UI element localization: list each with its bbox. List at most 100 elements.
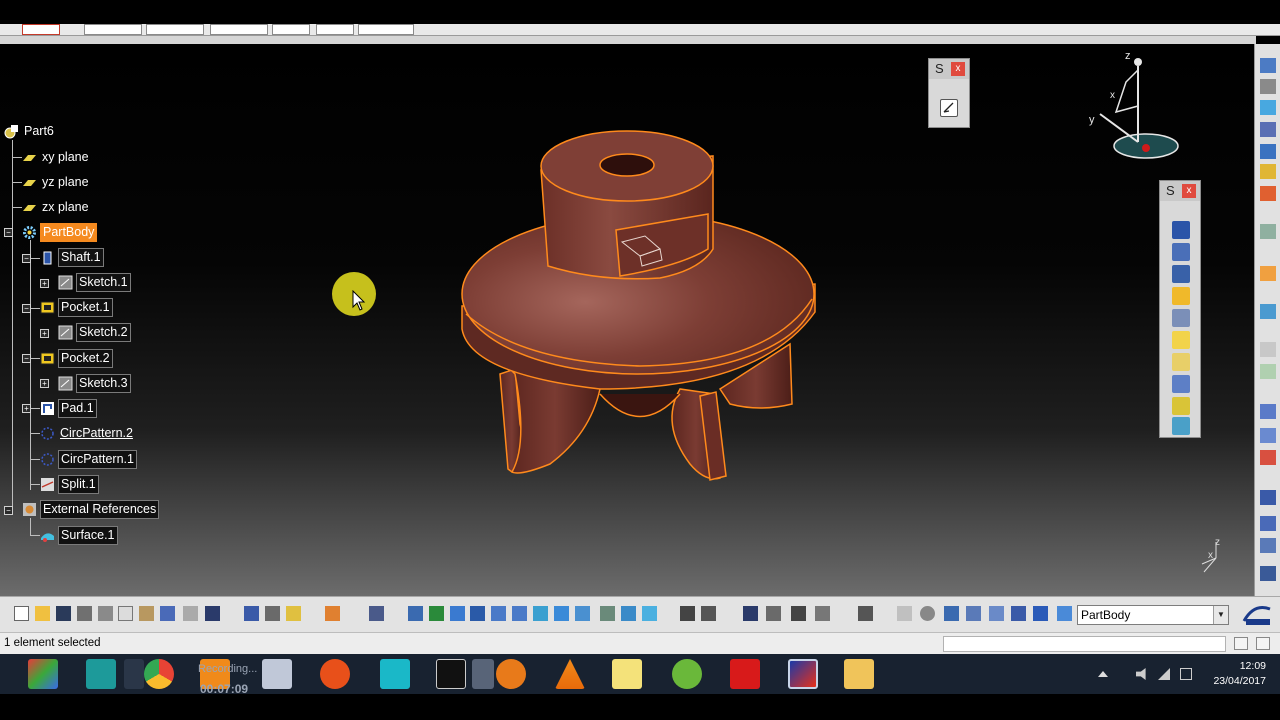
toolbar-field[interactable] [146,24,204,35]
cut-icon[interactable] [98,606,113,621]
toolbar-field[interactable] [358,24,414,35]
pad-icon[interactable] [1172,221,1190,239]
group-icon[interactable] [858,606,873,621]
tree-item-zx-plane[interactable]: zx plane [22,198,91,216]
pocket-icon[interactable] [1172,243,1190,261]
toolbar-button-icon[interactable] [1260,404,1276,419]
toolbar-header[interactable]: S x [929,59,969,79]
tree-root-part[interactable]: Part6 [4,122,56,140]
new-icon[interactable] [14,606,29,621]
sticky-notes-icon[interactable] [612,659,642,689]
toolbar-button-icon[interactable] [1260,224,1276,239]
rib-icon[interactable] [1172,331,1190,349]
file-explorer-icon[interactable] [844,659,874,689]
update-icon[interactable] [244,606,259,621]
tree-item-surface-1[interactable]: Surface.1 [40,525,118,545]
toolbar-button-icon[interactable] [1260,450,1276,465]
expander-icon[interactable]: + [40,279,49,288]
loft-icon[interactable] [1172,397,1190,415]
network-icon[interactable] [1158,668,1170,680]
toolbar-button-icon[interactable] [1260,490,1276,505]
analysis-icon[interactable] [369,606,384,621]
toolbar-header[interactable]: S x [1160,181,1200,201]
toolbar-button-icon[interactable] [1260,566,1276,581]
sketch-icon[interactable] [940,99,958,117]
toolbar-button-icon[interactable] [1260,144,1276,159]
compass-widget[interactable] [1082,50,1192,180]
close-button[interactable]: x [1182,184,1196,198]
acrobat-icon[interactable] [730,659,760,689]
pan-icon[interactable] [450,606,465,621]
tree-item-shaft[interactable]: Shaft.1 [40,247,104,267]
image-viewer-icon[interactable] [788,659,818,689]
tree-item-external-references[interactable]: External References [22,499,160,519]
multi-view-icon[interactable] [554,606,569,621]
shaft-icon[interactable] [1172,265,1190,283]
taskbar-app-icon[interactable] [124,659,144,689]
toolbar-button-icon[interactable] [1260,516,1276,531]
expander-icon[interactable]: − [22,304,31,313]
stiffener-icon[interactable] [1172,375,1190,393]
tree-item-pocket-2[interactable]: Pocket.2 [40,348,113,368]
command-input[interactable] [943,636,1226,652]
firefox-icon[interactable] [496,659,526,689]
tree-item-circpattern-2[interactable]: CircPattern.2 [40,424,135,442]
redo-icon[interactable] [183,606,198,621]
chevron-down-icon[interactable]: ▼ [1213,606,1228,624]
tools-icon[interactable] [472,659,494,689]
toolbar-button-icon[interactable] [1260,428,1276,443]
remove-loft-icon[interactable] [1172,417,1190,435]
toolbar-button-icon[interactable] [1260,79,1276,94]
tree-item-xy-plane[interactable]: xy plane [22,148,91,166]
expander-icon[interactable]: + [22,404,31,413]
tree-item-partbody[interactable]: PartBody [22,222,98,242]
projection-icon[interactable] [1011,606,1026,621]
print-icon[interactable] [77,606,92,621]
toolbar-field[interactable] [22,24,60,35]
firefox-dev-icon[interactable] [320,659,350,689]
volume-icon[interactable] [1136,668,1146,680]
toolbar-button-icon[interactable] [1260,100,1276,115]
current-body-select[interactable]: PartBody ▼ [1077,605,1229,625]
expander-icon[interactable]: − [4,506,13,515]
catalog-icon[interactable] [791,606,806,621]
groove-icon[interactable] [1172,287,1190,305]
close-button[interactable]: x [951,62,965,76]
expander-icon[interactable]: − [22,254,31,263]
iso-view-icon[interactable] [575,606,590,621]
vlc-icon[interactable] [555,659,585,689]
undo-icon[interactable] [160,606,175,621]
point-icon[interactable] [944,606,959,621]
status-toggle-icon[interactable] [1256,637,1270,650]
zoom-out-icon[interactable] [512,606,527,621]
toolbar-field[interactable] [272,24,310,35]
hide-icon[interactable] [286,606,301,621]
save-icon[interactable] [56,606,71,621]
tree-item-sketch-1[interactable]: Sketch.1 [58,272,131,292]
expander-icon[interactable]: + [40,329,49,338]
measure-between-icon[interactable] [815,606,830,621]
expander-icon[interactable]: − [4,228,13,237]
zoom-in-icon[interactable] [491,606,506,621]
axis-system-icon[interactable] [897,606,912,621]
fit-all-icon[interactable] [429,606,444,621]
boolean-icon[interactable] [1033,606,1048,621]
hand-icon[interactable] [920,606,935,621]
tree-item-pocket-1[interactable]: Pocket.1 [40,297,113,317]
table-icon[interactable] [743,606,758,621]
toolbar-button-icon[interactable] [1260,122,1276,137]
utorrent-icon[interactable] [672,659,702,689]
apply-material-icon[interactable] [325,606,340,621]
toolbar-field[interactable] [316,24,354,35]
tree-item-circpattern-1[interactable]: CircPattern.1 [40,449,137,469]
hide-show-icon[interactable] [621,606,636,621]
measure-icon[interactable] [265,606,280,621]
expander-icon[interactable]: + [40,379,49,388]
whats-this-icon[interactable] [205,606,220,621]
tree-item-sketch-3[interactable]: Sketch.3 [58,373,131,393]
toolbar-button-icon[interactable] [1260,164,1276,179]
slot-icon[interactable] [1172,353,1190,371]
floating-toolbar-sketcher[interactable]: S x [928,58,970,128]
toolbar-button-icon[interactable] [1260,304,1276,319]
status-toggle-icon[interactable] [1234,637,1248,650]
